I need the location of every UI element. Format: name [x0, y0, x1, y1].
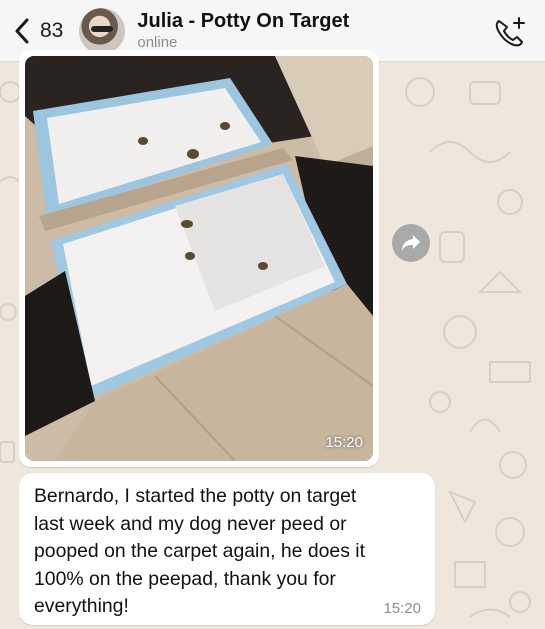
- back-button[interactable]: 83: [14, 18, 63, 44]
- message-text: Bernardo, I started the potty on target …: [34, 485, 365, 617]
- avatar[interactable]: [79, 7, 126, 54]
- unread-count: 83: [40, 18, 64, 42]
- forward-icon: [402, 235, 420, 251]
- contact-info[interactable]: Julia - Potty On Target online: [137, 9, 349, 52]
- message-time: 15:20: [383, 600, 421, 617]
- image-message-bubble[interactable]: 15:20: [19, 50, 379, 467]
- chevron-left-icon: [15, 18, 29, 43]
- text-message-bubble[interactable]: Bernardo, I started the potty on target …: [19, 473, 435, 625]
- photo-pee-pads: [25, 56, 373, 461]
- contact-name: Julia - Potty On Target: [137, 10, 350, 32]
- message-photo[interactable]: 15:20: [25, 56, 373, 461]
- forward-button[interactable]: [392, 224, 430, 262]
- message-time: 15:20: [325, 434, 363, 451]
- phone-add-icon[interactable]: [493, 16, 527, 48]
